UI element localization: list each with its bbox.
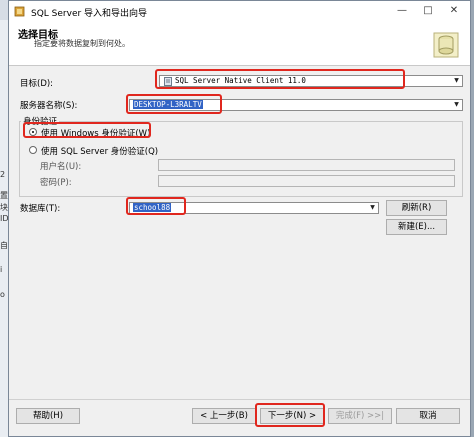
background-char: i: [0, 265, 3, 274]
footer-divider: [9, 399, 470, 400]
maximize-icon[interactable]: □: [418, 3, 438, 19]
highlight-server: [126, 94, 222, 114]
app-icon: [14, 6, 25, 17]
refresh-button[interactable]: 刷新(R): [386, 200, 447, 216]
cancel-button[interactable]: 取消: [396, 408, 460, 424]
database-label: 数据库(T):: [20, 204, 61, 214]
background-char: 块: [0, 203, 8, 212]
background-window-titlebar: [0, 0, 8, 20]
highlight-windows-auth: [23, 122, 151, 138]
auth-sql-label[interactable]: 使用 SQL Server 身份验证(Q): [41, 145, 158, 157]
close-icon[interactable]: ✕: [444, 3, 464, 19]
chevron-down-icon[interactable]: ▼: [368, 204, 377, 212]
minimize-icon[interactable]: —: [392, 3, 412, 19]
username-label: 用户名(U):: [40, 162, 82, 172]
password-label: 密码(P):: [40, 178, 72, 188]
highlight-database: [126, 197, 186, 215]
wizard-header: 选择目标 指定要将数据复制到何处。: [9, 23, 470, 66]
background-window-strip: 2 置 块 ID 自 i o: [0, 0, 9, 437]
username-field[interactable]: [158, 159, 455, 171]
chevron-down-icon[interactable]: ▼: [452, 77, 461, 85]
radio-sql-auth[interactable]: [29, 146, 37, 154]
back-button[interactable]: < 上一步(B): [192, 408, 256, 424]
wizard-window: SQL Server 导入和导出向导 — □ ✕ 选择目标 指定要将数据复制到何…: [8, 0, 471, 437]
chevron-down-icon[interactable]: ▼: [452, 101, 461, 109]
page-subtitle: 指定要将数据复制到何处。: [34, 39, 130, 48]
destination-label: 目标(D):: [20, 79, 54, 89]
wizard-database-icon: [433, 32, 459, 58]
help-button[interactable]: 帮助(H): [16, 408, 80, 424]
server-label: 服务器名称(S):: [20, 101, 78, 111]
highlight-next: [255, 403, 325, 427]
password-field[interactable]: [158, 175, 455, 187]
background-char: 置: [0, 191, 8, 200]
background-char: o: [0, 290, 5, 299]
finish-button[interactable]: 完成(F) >>|: [328, 408, 392, 424]
background-char: 自: [0, 241, 8, 250]
new-database-button[interactable]: 新建(E)...: [386, 219, 447, 235]
highlight-destination: [155, 69, 405, 89]
background-char: 2: [0, 170, 6, 179]
title-bar: SQL Server 导入和导出向导 — □ ✕: [9, 1, 470, 23]
window-title: SQL Server 导入和导出向导: [31, 9, 148, 19]
